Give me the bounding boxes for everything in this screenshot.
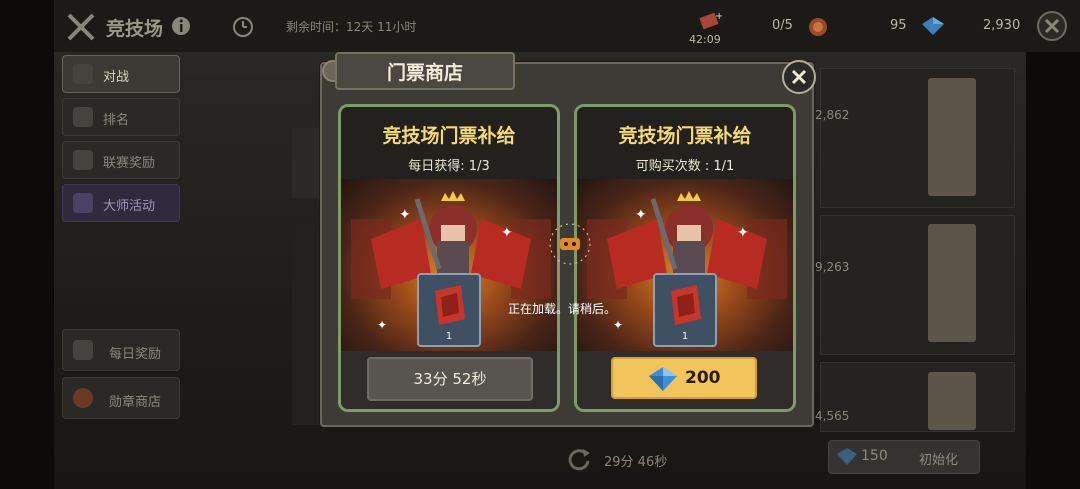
sidebar-item-master-event[interactable]: 大师活动 [62,184,180,222]
close-button[interactable] [782,60,816,94]
card-header: 竞技场门票补给 可购买次数 : 1/1 [577,107,793,179]
ticket-icon: + [699,11,722,30]
sidebar-item-label: 联赛奖励 [103,156,156,171]
medal-icon [809,18,827,36]
item-quantity: 1 [681,331,689,342]
card-artwork: ✦ ✦ ✦ 1 [577,179,793,351]
card-header: 竞技场门票补给 每日获得: 1/3 [341,107,557,179]
ticket-icon [671,285,701,325]
ticket-timer: 42:09 [689,33,721,46]
gem-count: 2,930 [983,18,1021,33]
remaining-time: 剩余时间：12天 11小时 [286,20,417,34]
card-title: 竞技场门票补给 [618,125,752,147]
opponent-card[interactable] [820,68,1015,208]
opponent-score: 9,263 [815,260,850,274]
background-panel [292,128,322,198]
reset-button[interactable]: 150 初始化 [828,440,980,474]
card-subtitle: 每日获得: 1/3 [408,159,490,174]
gem-icon [649,367,677,391]
medal-shop-icon [73,388,93,408]
sidebar-item-ranking[interactable]: 排名 [62,98,180,136]
game-screen: 剩余时间：12天 11小时 + 42:09 0/5 95 2,930 竞技场 对… [0,0,1080,489]
close-icon [791,69,807,85]
card-footer: 200 [577,351,793,409]
top-bar: 剩余时间：12天 11小时 + 42:09 0/5 95 2,930 [54,0,1080,52]
sidebar-item-league-rewards[interactable]: 联赛奖励 [62,141,180,179]
reset-cost: 150 [861,448,888,464]
opponent-score: 2,862 [815,108,850,122]
card-artwork: ✦ ✦ ✦ 1 [341,179,557,351]
left-letterbox [0,0,54,489]
crossed-swords-icon [67,13,95,41]
svg-text:+: + [715,11,722,22]
svg-text:✦: ✦ [635,207,647,223]
loading-message: 正在加载。请稍后。 [508,302,617,316]
cooldown-timer-button[interactable]: 33分 52秒 [367,357,533,401]
svg-text:✦: ✦ [613,318,623,332]
podium-icon [73,193,93,213]
ticket-item: 1 [653,273,717,347]
card-footer: 33分 52秒 [341,351,557,409]
gem-icon [922,17,944,35]
close-screen-icon[interactable] [1036,10,1068,42]
sidebar-item-battle[interactable]: 对战 [62,55,180,93]
daily-reward-label: 每日奖励 [109,347,162,362]
battle-icon [73,64,93,84]
daily-reward-button[interactable]: 每日奖励 [62,329,180,371]
medal-count: 95 [890,18,907,33]
medal-shop-button[interactable]: 勋章商店 [62,377,180,419]
svg-text:✦: ✦ [501,225,513,241]
svg-text:✦: ✦ [737,225,749,241]
page-title: 竞技场 [106,18,164,40]
info-icon[interactable] [171,16,191,36]
ticket-supply-card-daily: 竞技场门票补给 每日获得: 1/3 ✦ ✦ ✦ 1 33分 52秒 [338,104,560,412]
svg-text:✦: ✦ [377,318,387,332]
sidebar-item-label: 对战 [103,70,130,85]
battle-badge[interactable] [928,78,976,196]
medal-shop-label: 勋章商店 [109,395,162,410]
right-letterbox [1026,0,1080,489]
ticket-count: 0/5 [772,18,793,33]
reward-icon [73,150,93,170]
opponent-score: 4,565 [815,409,850,423]
clock-icon [233,17,253,37]
svg-text:✦: ✦ [399,207,411,223]
card-subtitle: 可购买次数 : 1/1 [635,159,735,174]
refresh-icon[interactable] [566,446,592,472]
opponent-card[interactable] [820,215,1015,355]
background-panel [292,225,322,425]
ticket-item: 1 [417,273,481,347]
calendar-icon [73,340,93,360]
item-quantity: 1 [445,331,453,342]
sidebar-item-label: 大师活动 [103,199,156,214]
ticket-icon [435,285,465,325]
card-title: 竞技场门票补给 [382,125,516,147]
buy-with-gems-button[interactable]: 200 [611,357,757,399]
ticket-supply-card-purchase: 竞技场门票补给 可购买次数 : 1/1 ✦ ✦ ✦ 1 200 [574,104,796,412]
dialog-title: 门票商店 [386,62,463,84]
gem-price: 200 [685,368,721,388]
battle-badge[interactable] [928,372,976,430]
sidebar-item-label: 排名 [103,113,130,128]
battle-badge[interactable] [928,224,976,342]
reset-label: 初始化 [919,453,959,468]
refresh-timer: 29分 46秒 [604,455,668,470]
loading-spinner-icon [549,223,591,265]
gem-icon [837,448,857,465]
trophy-icon [73,107,93,127]
